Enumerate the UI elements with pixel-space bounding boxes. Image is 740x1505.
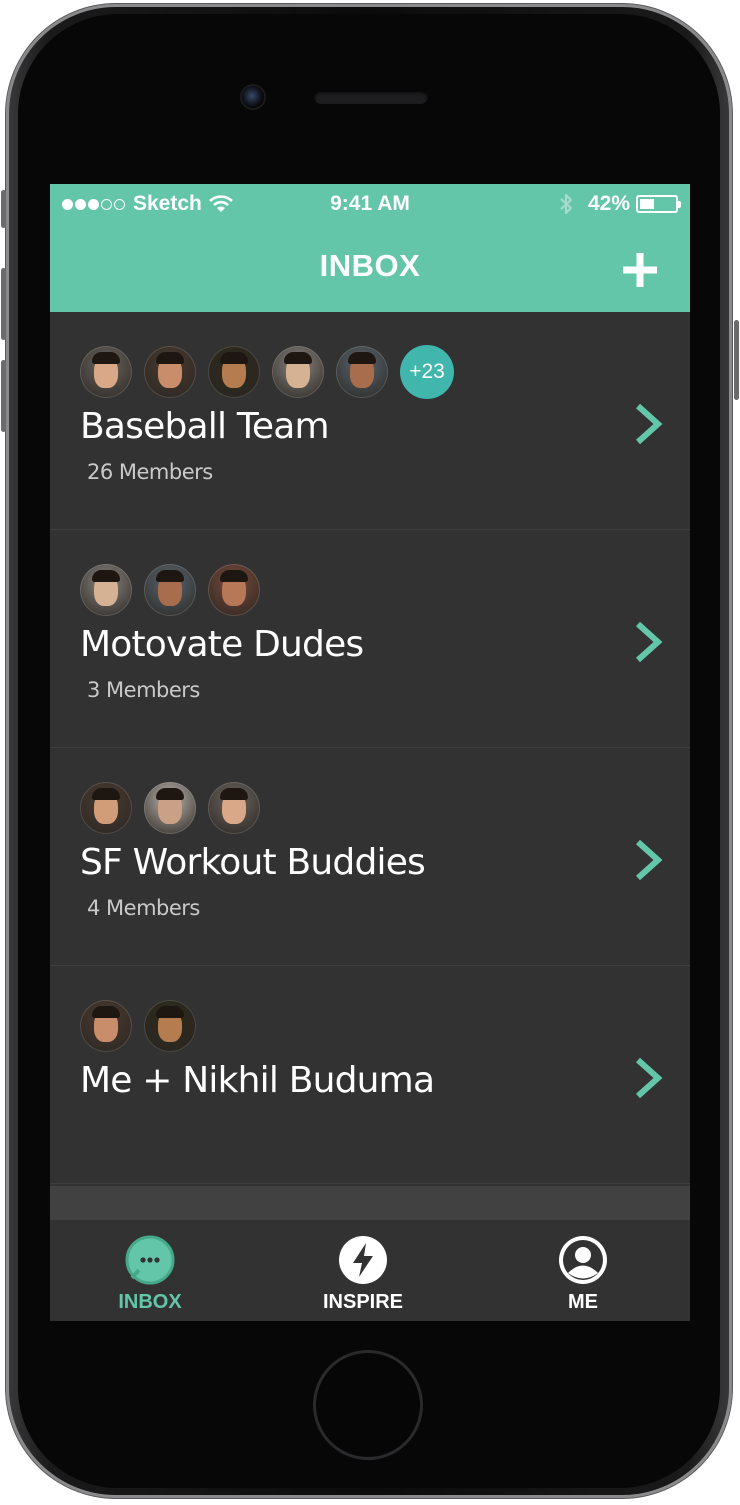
volume-down-button	[1, 360, 6, 432]
group-list: +23 Baseball Team 26 Members Motovate Dudes…	[50, 312, 690, 1184]
tab-me[interactable]: ME	[503, 1220, 663, 1321]
battery-icon	[636, 195, 681, 213]
bluetooth-icon	[560, 194, 572, 214]
group-name: Baseball Team	[80, 406, 330, 447]
avatar	[144, 564, 196, 616]
avatar	[80, 782, 132, 834]
earpiece-speaker	[314, 90, 428, 104]
tab-inspire[interactable]: INSPIRE	[283, 1220, 443, 1321]
group-row[interactable]: SF Workout Buddies 4 Members	[50, 748, 690, 966]
tab-label-inbox: INBOX	[118, 1291, 182, 1313]
avatar-stack	[80, 782, 272, 834]
group-name: Me + Nikhil Buduma	[80, 1060, 435, 1101]
avatar-stack	[80, 1000, 208, 1052]
app-screen: Sketch 9:41 AM 42% INBOX +23 Baseball Te…	[50, 184, 690, 1321]
chevron-right-icon	[635, 403, 663, 445]
tab-inbox[interactable]: INBOX	[70, 1220, 230, 1321]
member-count: 3 Members	[87, 678, 200, 702]
chevron-right-icon	[635, 839, 663, 881]
avatar	[208, 564, 260, 616]
lightning-icon	[339, 1236, 387, 1284]
add-group-button[interactable]	[620, 250, 660, 290]
member-count: 4 Members	[87, 896, 200, 920]
front-camera	[242, 86, 264, 108]
user-icon	[559, 1236, 607, 1284]
avatar	[144, 346, 196, 398]
avatar	[336, 346, 388, 398]
power-button	[734, 320, 739, 400]
volume-up-button	[1, 268, 6, 340]
avatar	[80, 346, 132, 398]
mute-switch	[1, 190, 6, 228]
avatar	[208, 782, 260, 834]
chevron-right-icon	[635, 621, 663, 663]
page-title: INBOX	[319, 248, 421, 283]
member-count: 26 Members	[87, 460, 213, 484]
avatar	[80, 1000, 132, 1052]
group-row[interactable]: Motovate Dudes 3 Members	[50, 530, 690, 748]
group-row[interactable]: Me + Nikhil Buduma	[50, 966, 690, 1184]
tab-label-inspire: INSPIRE	[322, 1291, 404, 1313]
avatar-stack	[80, 564, 272, 616]
group-row[interactable]: +23 Baseball Team 26 Members	[50, 312, 690, 530]
avatar	[144, 1000, 196, 1052]
list-footer	[50, 1186, 690, 1220]
tab-label-me: ME	[568, 1291, 598, 1313]
chevron-right-icon	[635, 1057, 663, 1099]
status-bar: Sketch 9:41 AM 42%	[50, 184, 690, 224]
avatar	[272, 346, 324, 398]
avatar-stack: +23	[80, 345, 454, 399]
tab-bar: INBOX INSPIRE ME	[50, 1220, 690, 1321]
avatar	[144, 782, 196, 834]
battery-percent: 42%	[587, 192, 630, 215]
group-name: Motovate Dudes	[80, 624, 364, 665]
home-button[interactable]	[313, 1350, 423, 1460]
group-name: SF Workout Buddies	[80, 842, 426, 883]
more-members-badge: +23	[400, 345, 454, 399]
plus-icon	[623, 253, 657, 287]
nav-header: Sketch 9:41 AM 42% INBOX	[50, 184, 690, 312]
chat-bubble-icon	[125, 1235, 175, 1285]
avatar	[80, 564, 132, 616]
avatar	[208, 346, 260, 398]
status-right: 42%	[558, 192, 681, 216]
